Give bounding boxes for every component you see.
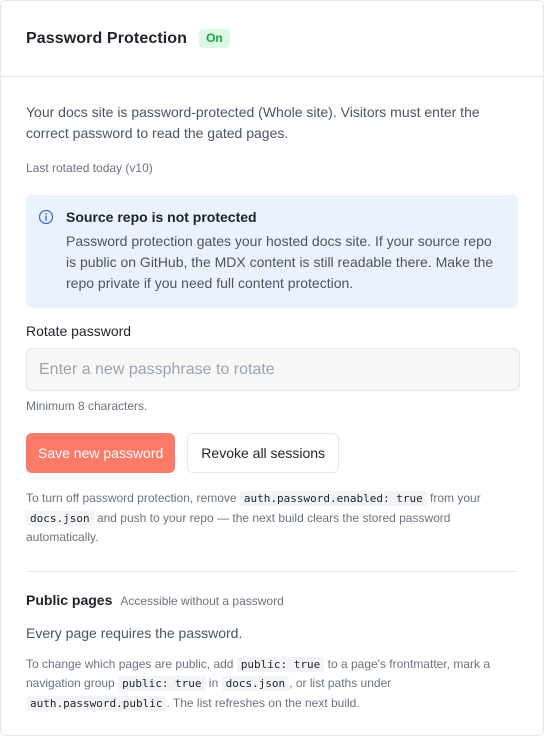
password-hint: Minimum 8 characters. [26,399,148,413]
last-rotated-text: Last rotated today (v10) [26,161,153,175]
action-buttons: Save new password Revoke all sessions [26,433,518,473]
code-docs-json: docs.json [26,510,94,526]
public-pages-header: Public pages Accessible without a passwo… [26,592,518,608]
turn-off-text-2: from your [426,491,481,505]
protection-description: Your docs site is password-protected (Wh… [26,104,480,141]
public-pages-instructions: To change which pages are public, add pu… [26,655,518,714]
section-divider [26,570,518,572]
save-new-password-button[interactable]: Save new password [26,433,176,473]
info-icon [38,209,54,225]
rotate-password-label: Rotate password [26,323,132,339]
code-public-paths: auth.password.public [26,695,167,711]
code-public-true: public: true [236,656,325,672]
change-text-3: in [205,676,222,690]
password-protection-card: Password Protection On Your docs site is… [0,0,544,736]
code-public-true-group: public: true [118,676,206,691]
turn-off-instructions: To turn off password protection, remove … [26,489,518,548]
public-pages-subtitle: Accessible without a password [120,593,284,608]
change-text-4: , or list paths under [289,676,392,690]
change-text-1: To change which pages are public, add [26,656,237,671]
source-repo-notice: Source repo is not protected Password pr… [26,195,518,308]
public-pages-title: Public pages [26,591,113,608]
status-badge: On [199,29,230,48]
change-text-5: . The list refreshes on the next build. [166,695,360,710]
code-docs-json-2: docs.json [221,676,290,691]
card-header: Password Protection On [1,1,543,77]
new-passphrase-input[interactable] [26,348,520,391]
public-pages-status: Every page requires the password. [26,624,243,641]
code-enabled-flag: auth.password.enabled: true [239,491,427,506]
notice-text: Password protection gates your hosted do… [66,233,494,291]
revoke-all-sessions-button[interactable]: Revoke all sessions [187,433,340,473]
turn-off-text-1: To turn off password protection, remove [26,491,240,505]
card-body: Your docs site is password-protected (Wh… [1,102,543,713]
page-title: Password Protection [26,29,188,47]
notice-title: Source repo is not protected [66,209,257,225]
